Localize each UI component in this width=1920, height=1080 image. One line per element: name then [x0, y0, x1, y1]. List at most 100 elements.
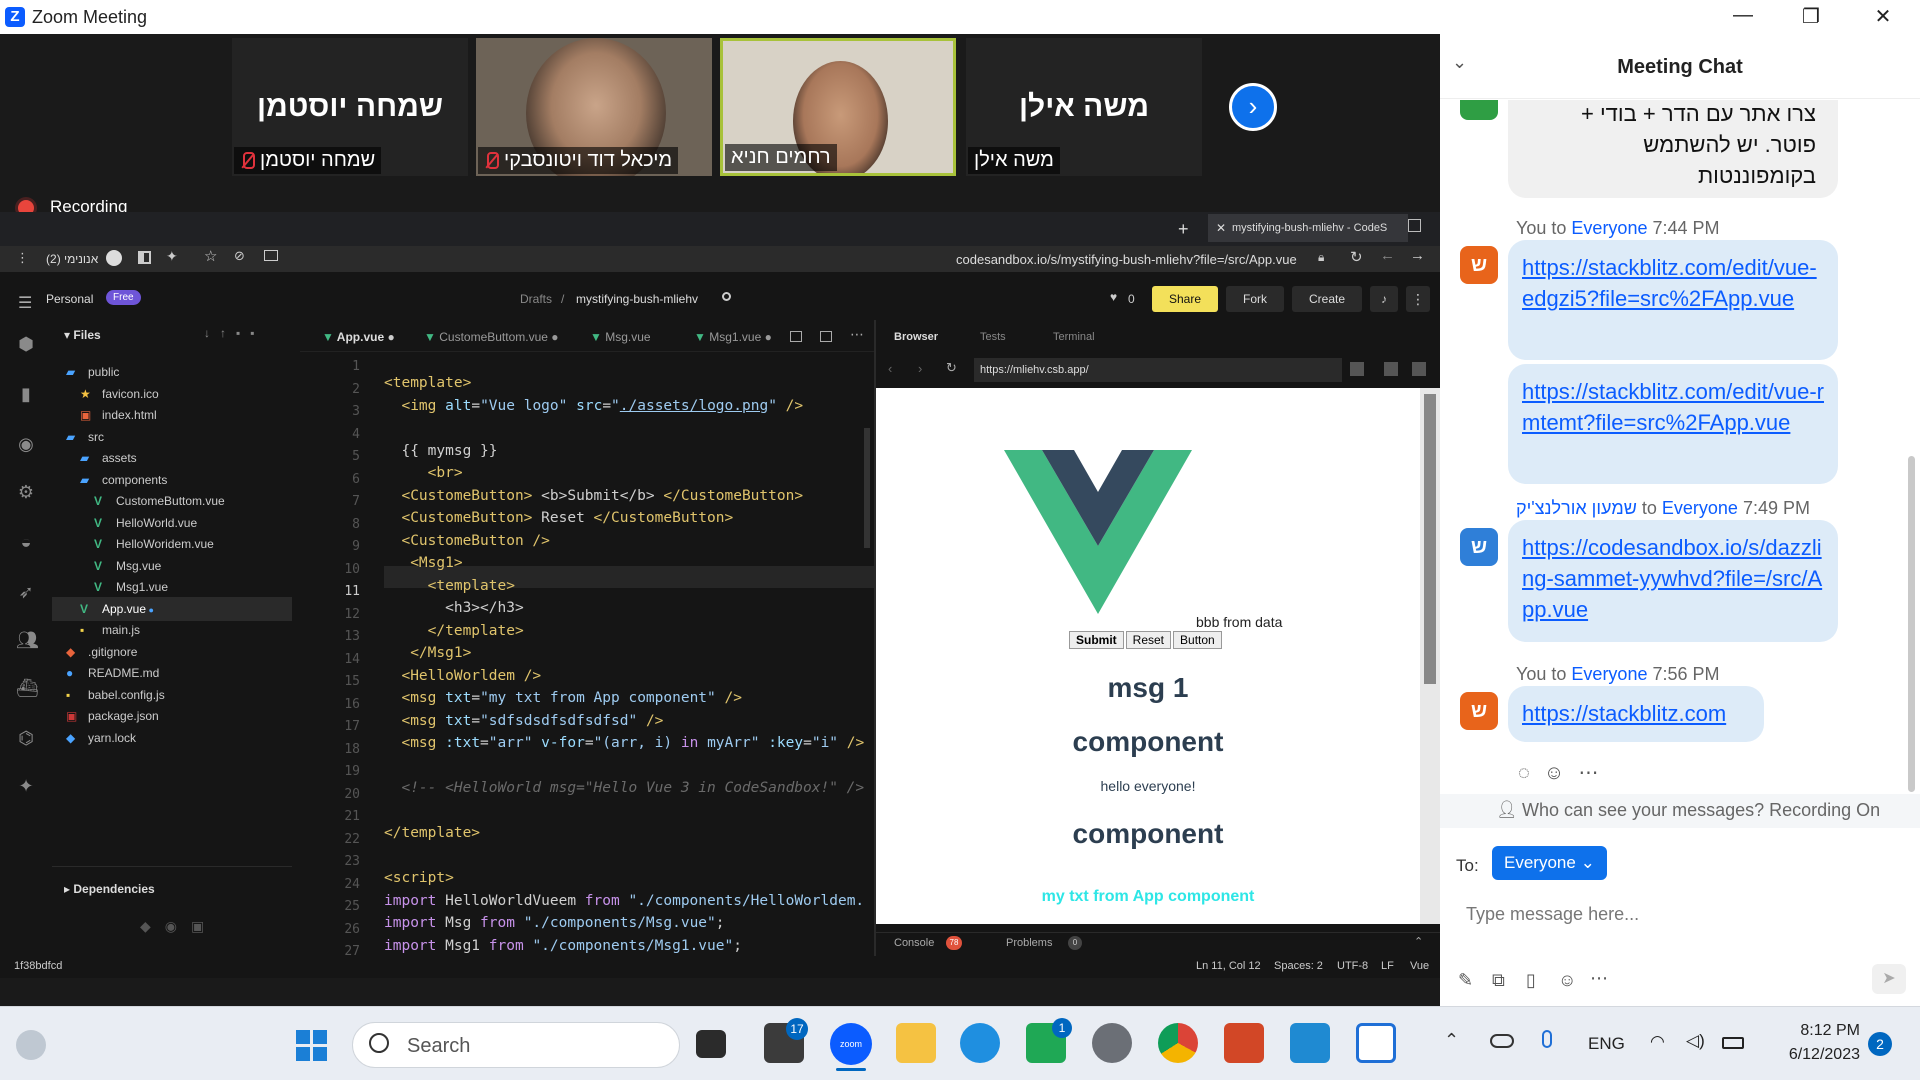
bookmark-star-icon[interactable]: ☆: [204, 247, 217, 265]
more-menu-icon[interactable]: ⋮: [1406, 286, 1430, 312]
participant-tile-3-active-speaker[interactable]: רחמים חניא: [720, 38, 956, 176]
csb-menu-icon[interactable]: ☰: [18, 293, 32, 313]
start-windows-icon[interactable]: [296, 1030, 327, 1061]
participant-tile-4[interactable]: משה אילן משה אילן: [966, 38, 1202, 176]
encoding[interactable]: UTF-8: [1337, 960, 1368, 972]
preview-reload-icon[interactable]: ↻: [946, 360, 957, 376]
breadcrumb-drafts[interactable]: Drafts: [520, 292, 552, 306]
clock-date[interactable]: 6/12/2023: [1756, 1046, 1860, 1064]
task-view-icon[interactable]: [696, 1030, 726, 1058]
participant-tile-1[interactable]: שמחה יוסטמן שמחה יוסטמן: [232, 38, 468, 176]
preview-devtools-icon[interactable]: [1350, 362, 1364, 376]
console-tab[interactable]: Console: [894, 937, 934, 949]
send-icon[interactable]: ➤: [1872, 964, 1906, 994]
input-language[interactable]: ENG: [1588, 1034, 1625, 1054]
cube-icon[interactable]: ⬢: [16, 334, 36, 354]
powerpoint-icon[interactable]: [1224, 1023, 1264, 1063]
cast-icon[interactable]: [264, 250, 278, 261]
notifications-bell-icon[interactable]: ♪: [1370, 286, 1398, 312]
sender-name[interactable]: שמעון אורלנצ'יק: [1516, 498, 1637, 518]
file-explorer-app-icon[interactable]: [896, 1023, 936, 1063]
onedrive-cloud-icon[interactable]: [1490, 1034, 1514, 1048]
taskbar-search-box[interactable]: Search: [352, 1022, 680, 1068]
line-ending[interactable]: LF: [1381, 960, 1394, 972]
preview-tab-terminal[interactable]: Terminal: [1053, 331, 1095, 343]
chat-link[interactable]: https://codesandbox.io/s/dazzling-sammet…: [1522, 535, 1822, 622]
editor-tab-custome[interactable]: ▼ CustomeButtom.vue ●: [424, 330, 559, 344]
restore-button[interactable]: ❐: [1794, 4, 1828, 30]
recipient[interactable]: Everyone: [1662, 498, 1738, 518]
like-heart-icon[interactable]: ♥: [1110, 290, 1117, 304]
language-mode[interactable]: Vue: [1410, 960, 1429, 972]
vscode-app-icon[interactable]: [1290, 1023, 1330, 1063]
chrome-browser-icon[interactable]: [1158, 1023, 1198, 1063]
preview-scrollbar-thumb[interactable]: [1424, 394, 1436, 684]
recipient-dropdown[interactable]: Everyone ⌄: [1492, 846, 1607, 880]
open-preview-icon[interactable]: [820, 331, 832, 342]
recipient[interactable]: Everyone: [1571, 218, 1647, 238]
gallery-next-button[interactable]: ›: [1229, 83, 1277, 131]
recipient[interactable]: Everyone: [1571, 664, 1647, 684]
files-header[interactable]: ▾ Files: [64, 328, 101, 342]
remote-app-icon[interactable]: [1356, 1023, 1396, 1063]
close-tab-icon[interactable]: ✕: [1216, 221, 1226, 235]
reply-icon[interactable]: ◌: [1518, 762, 1544, 784]
emoji-react-icon[interactable]: ☺: [1544, 762, 1578, 784]
more-actions-icon[interactable]: ⋯: [1578, 762, 1612, 784]
volume-icon[interactable]: ◁): [1686, 1031, 1705, 1051]
minimize-button[interactable]: —: [1726, 4, 1760, 30]
chat-link[interactable]: https://stackblitz.com: [1522, 701, 1726, 726]
indent-spaces[interactable]: Spaces: 2: [1274, 960, 1323, 972]
reload-icon[interactable]: ↻: [1350, 248, 1363, 266]
fork-button[interactable]: Fork: [1226, 286, 1284, 312]
show-hidden-icons-chevron-icon[interactable]: ⌃: [1444, 1030, 1459, 1051]
files-actions-icons[interactable]: ↓↑▪▪: [204, 326, 265, 340]
preview-url-input[interactable]: https://mliehv.csb.app/: [974, 358, 1342, 382]
file-icon[interactable]: ▯: [1526, 970, 1536, 991]
battery-icon[interactable]: [1722, 1037, 1744, 1049]
weather-icon[interactable]: [16, 1030, 46, 1060]
chat-scrollbar-thumb[interactable]: [1908, 456, 1915, 792]
editor-more-icon[interactable]: ⋯: [850, 326, 864, 343]
wifi-icon[interactable]: ◠: [1650, 1032, 1665, 1052]
sandbox-name[interactable]: mystifying-bush-mliehv: [576, 292, 698, 306]
participant-tile-2[interactable]: מיכאל דוד ויטונסבקי: [476, 38, 712, 176]
preview-new-window-icon[interactable]: [1412, 362, 1426, 376]
clock-time[interactable]: 8:12 PM: [1776, 1022, 1860, 1040]
chat-link[interactable]: https://stackblitz.com/edit/vue-edgzi5?f…: [1522, 255, 1817, 311]
preview-tab-tests[interactable]: Tests: [980, 331, 1006, 343]
settings-gear-icon[interactable]: [1092, 1023, 1132, 1063]
editor-tab-msg[interactable]: ▼ Msg.vue: [590, 330, 651, 344]
sidebar-icon[interactable]: [138, 251, 151, 264]
eye-off-icon[interactable]: ⊘: [234, 248, 245, 264]
notification-center-badge[interactable]: 2: [1868, 1032, 1892, 1056]
editor-tab-app[interactable]: ▼ App.vue ●: [322, 330, 395, 344]
microphone-icon[interactable]: [1542, 1030, 1552, 1048]
create-button[interactable]: Create: [1292, 286, 1362, 312]
split-editor-icon[interactable]: [790, 331, 802, 342]
new-tab-icon[interactable]: +: [1178, 219, 1189, 240]
workspace-name[interactable]: Personal: [46, 292, 93, 306]
code-editor[interactable]: <template> <img alt="Vue logo" src="./as…: [384, 356, 874, 956]
more-icon[interactable]: ⋯: [1590, 968, 1608, 989]
back-nav-icon[interactable]: →: [1410, 247, 1425, 264]
preview-submit-button[interactable]: Submit: [1069, 631, 1124, 649]
problems-tab[interactable]: Problems: [1006, 937, 1052, 949]
preview-forward-icon[interactable]: ›: [918, 361, 922, 376]
preview-reset-button[interactable]: Reset: [1125, 631, 1172, 649]
browser-menu-icon[interactable]: ⋮: [16, 250, 29, 266]
url-text[interactable]: codesandbox.io/s/mystifying-bush-mliehv?…: [956, 252, 1297, 267]
edge-browser-icon[interactable]: [960, 1023, 1000, 1063]
share-button[interactable]: Share: [1152, 286, 1218, 312]
zoom-app-icon[interactable]: zoom: [830, 1023, 872, 1065]
preview-split-icon[interactable]: [1384, 362, 1398, 376]
privacy-banner[interactable]: 👤︎ Who can see your messages? Recording …: [1440, 794, 1920, 828]
message-input[interactable]: Type message here...: [1466, 896, 1886, 932]
screenshot-icon[interactable]: ⧉: [1492, 970, 1505, 991]
editor-tab-msg1[interactable]: ▼ Msg1.vue ●: [694, 330, 772, 344]
forward-nav-icon[interactable]: ←: [1380, 247, 1395, 264]
incognito-profile[interactable]: אנונימי (2): [46, 252, 98, 266]
emoji-icon[interactable]: ☺: [1558, 970, 1576, 991]
preview-back-icon[interactable]: ‹: [888, 361, 892, 376]
extensions-icon[interactable]: ✦: [166, 248, 178, 265]
